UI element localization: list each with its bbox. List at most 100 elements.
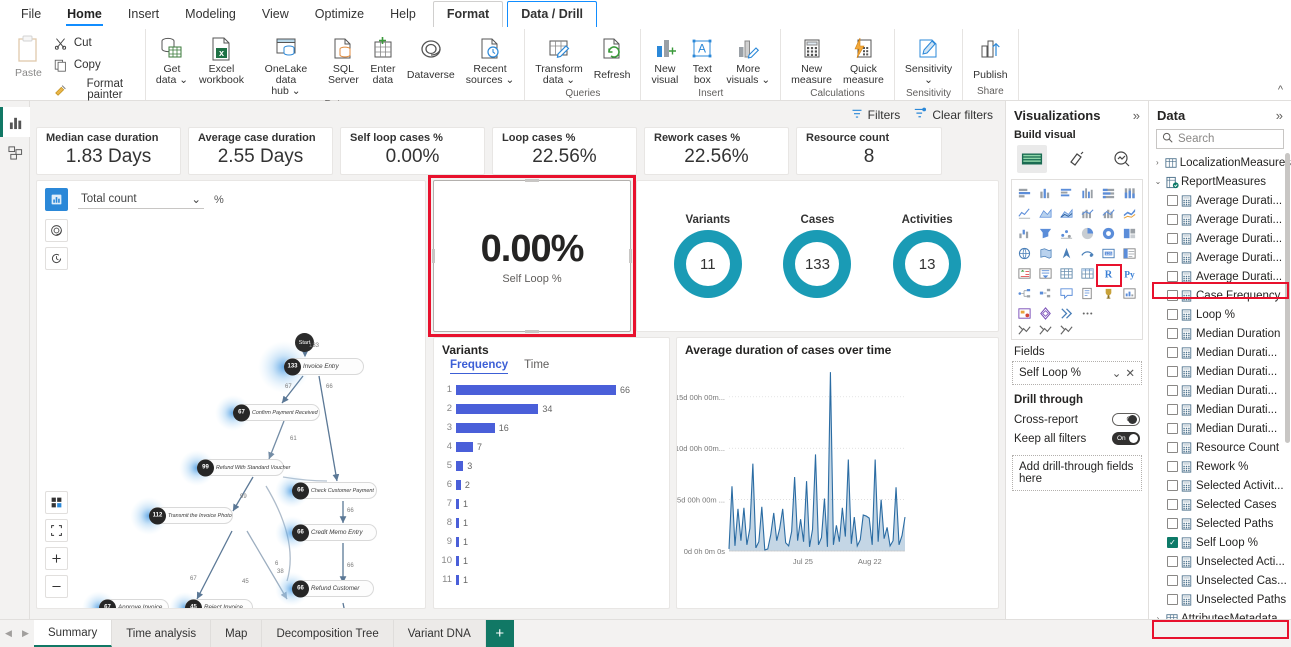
process-node[interactable]: 99 Refund With Standard Voucher xyxy=(197,459,290,476)
variants-bar-row[interactable]: 91 xyxy=(434,532,669,551)
stacked-area-chart-icon[interactable] xyxy=(1056,204,1076,223)
drill-through-fields-dropzone[interactable]: Add drill-through fields here xyxy=(1012,455,1142,491)
variants-bar-row[interactable]: 62 xyxy=(434,475,669,494)
map-icon[interactable] xyxy=(1014,244,1034,263)
page-tab-time-analysis[interactable]: Time analysis xyxy=(112,620,212,647)
hundred-stacked-bar-chart-icon[interactable] xyxy=(1099,184,1119,203)
refresh-button[interactable]: Refresh xyxy=(589,32,636,83)
sensitivity-button[interactable]: Sensitivity ⌄ xyxy=(900,32,957,88)
transform-data-button[interactable]: Transform data ⌄ xyxy=(530,32,587,88)
field-checkbox[interactable] xyxy=(1167,214,1178,225)
new-visual-button[interactable]: New visual xyxy=(646,32,683,88)
ribbon-tab-modeling[interactable]: Modeling xyxy=(172,2,249,27)
model-view-button[interactable] xyxy=(0,137,30,167)
variants-bar-row[interactable]: 2 34 xyxy=(434,399,669,418)
chevron-right-icon[interactable]: › xyxy=(1153,158,1162,167)
data-tree-measure[interactable]: Average Durati... xyxy=(1153,191,1291,210)
multi-row-card-icon[interactable] xyxy=(1120,244,1140,263)
paste-button[interactable]: Paste xyxy=(9,32,48,81)
data-tree-measure[interactable]: ✓ Self Loop % xyxy=(1153,533,1291,552)
field-checkbox[interactable] xyxy=(1167,195,1178,206)
field-checkbox[interactable] xyxy=(1167,290,1178,301)
filled-map-icon[interactable] xyxy=(1035,244,1055,263)
arcgis-maps-icon[interactable] xyxy=(1056,304,1076,323)
resize-handle-top[interactable] xyxy=(525,179,539,182)
clustered-column-chart-icon[interactable] xyxy=(1077,184,1097,203)
publish-button[interactable]: Publish xyxy=(968,32,1012,83)
field-checkbox[interactable] xyxy=(1167,461,1178,472)
variants-bar-row[interactable]: 1 66 xyxy=(434,380,669,399)
resize-handle-bottom[interactable] xyxy=(525,330,539,333)
field-remove-icon[interactable]: ✕ xyxy=(1125,366,1135,380)
custom-visual-b-icon[interactable] xyxy=(1035,325,1055,335)
filters-button[interactable]: Filters xyxy=(851,108,900,123)
data-search-input[interactable]: Search xyxy=(1156,129,1284,149)
paginated-report-icon[interactable] xyxy=(1077,284,1097,303)
process-node[interactable]: 67 Confirm Payment Received xyxy=(233,404,320,421)
data-tree-measure[interactable]: Median Duration xyxy=(1153,324,1291,343)
quick-measure-button[interactable]: Quick measure xyxy=(838,32,889,88)
variants-bar-row[interactable]: 53 xyxy=(434,456,669,475)
field-checkbox[interactable] xyxy=(1167,480,1178,491)
custom-visual-a-icon[interactable] xyxy=(1014,325,1034,335)
stacked-column-chart-icon[interactable] xyxy=(1035,184,1055,203)
cross-report-toggle[interactable]: Off xyxy=(1112,413,1140,426)
field-checkbox[interactable] xyxy=(1167,271,1178,282)
table-icon[interactable] xyxy=(1056,264,1076,283)
process-node[interactable]: 112 Transmit the Invoice Photo xyxy=(149,507,233,524)
data-tree-measure[interactable]: Median Durati... xyxy=(1153,419,1291,438)
onelake-data-hub-button[interactable]: OneLake data hub ⌄ xyxy=(250,32,322,99)
analytics-tab[interactable] xyxy=(1107,145,1137,173)
chevron-down-icon[interactable]: ⌄ xyxy=(1153,177,1163,186)
cut-button[interactable]: Cut xyxy=(49,32,140,54)
data-tree-measure[interactable]: Unselected Paths xyxy=(1153,590,1291,609)
field-checkbox[interactable] xyxy=(1167,442,1178,453)
ribbon-tab-optimize[interactable]: Optimize xyxy=(302,2,377,27)
field-checkbox[interactable] xyxy=(1167,328,1178,339)
data-tree-measure[interactable]: Average Durati... xyxy=(1153,248,1291,267)
ribbon-tab-data-drill[interactable]: Data / Drill xyxy=(507,1,598,27)
donut-cases[interactable]: Cases 133 xyxy=(783,214,852,298)
field-checkbox[interactable]: ✓ xyxy=(1167,537,1178,548)
field-checkbox[interactable] xyxy=(1167,233,1178,244)
resize-handle-tl[interactable] xyxy=(429,176,439,186)
kpi-resource-count[interactable]: Resource count 8 xyxy=(796,127,942,175)
variants-tab-time[interactable]: Time xyxy=(524,359,549,374)
more-options-icon[interactable] xyxy=(1077,304,1097,323)
more-visuals-button[interactable]: More visuals ⌄ xyxy=(721,32,775,88)
field-checkbox[interactable] xyxy=(1167,594,1178,605)
data-tree-measure[interactable]: Median Durati... xyxy=(1153,400,1291,419)
data-tree-measure[interactable]: Median Durati... xyxy=(1153,343,1291,362)
field-checkbox[interactable] xyxy=(1167,366,1178,377)
decomposition-tree-icon[interactable] xyxy=(1014,284,1034,303)
field-checkbox[interactable] xyxy=(1167,347,1178,358)
ribbon-chart-icon[interactable] xyxy=(1120,204,1140,223)
process-node[interactable]: 133 Invoice Entry xyxy=(284,358,364,375)
resize-handle-left[interactable] xyxy=(432,249,435,263)
resize-handle-bl[interactable] xyxy=(429,326,439,336)
process-map-visual[interactable]: Total count ⌄ % Start 133 Invoice Entry … xyxy=(36,180,426,609)
clear-filters-button[interactable]: Clear filters xyxy=(914,107,993,123)
data-tree-measure[interactable]: Median Durati... xyxy=(1153,362,1291,381)
kpi-loop-cases-pct[interactable]: Loop cases % 22.56% xyxy=(492,127,637,175)
page-tab-decomposition-tree[interactable]: Decomposition Tree xyxy=(262,620,394,647)
new-measure-button[interactable]: New measure xyxy=(786,32,837,88)
variants-bar-row[interactable]: 71 xyxy=(434,494,669,513)
pie-chart-icon[interactable] xyxy=(1077,224,1097,243)
treemap-icon[interactable] xyxy=(1120,224,1140,243)
page-tab-map[interactable]: Map xyxy=(211,620,263,647)
slicer-icon[interactable] xyxy=(1035,264,1055,283)
data-tree-measure[interactable]: Rework % xyxy=(1153,457,1291,476)
data-tree-measure[interactable]: Average Durati... xyxy=(1153,267,1291,286)
sql-server-button[interactable]: SQL Server xyxy=(323,32,364,88)
format-visual-tab[interactable] xyxy=(1062,145,1092,173)
r-script-visual-icon[interactable]: R xyxy=(1099,264,1119,283)
resize-handle-tr[interactable] xyxy=(625,176,635,186)
resize-handle-br[interactable] xyxy=(625,326,635,336)
average-duration-over-time-visual[interactable]: Average duration of cases over time 0d 0… xyxy=(675,337,999,609)
field-chevron-down-icon[interactable]: ⌄ xyxy=(1112,366,1122,380)
field-checkbox[interactable] xyxy=(1167,575,1178,586)
field-checkbox[interactable] xyxy=(1167,252,1178,263)
data-pane-scrollbar[interactable] xyxy=(1285,153,1290,443)
add-page-button[interactable]: + xyxy=(485,620,514,647)
